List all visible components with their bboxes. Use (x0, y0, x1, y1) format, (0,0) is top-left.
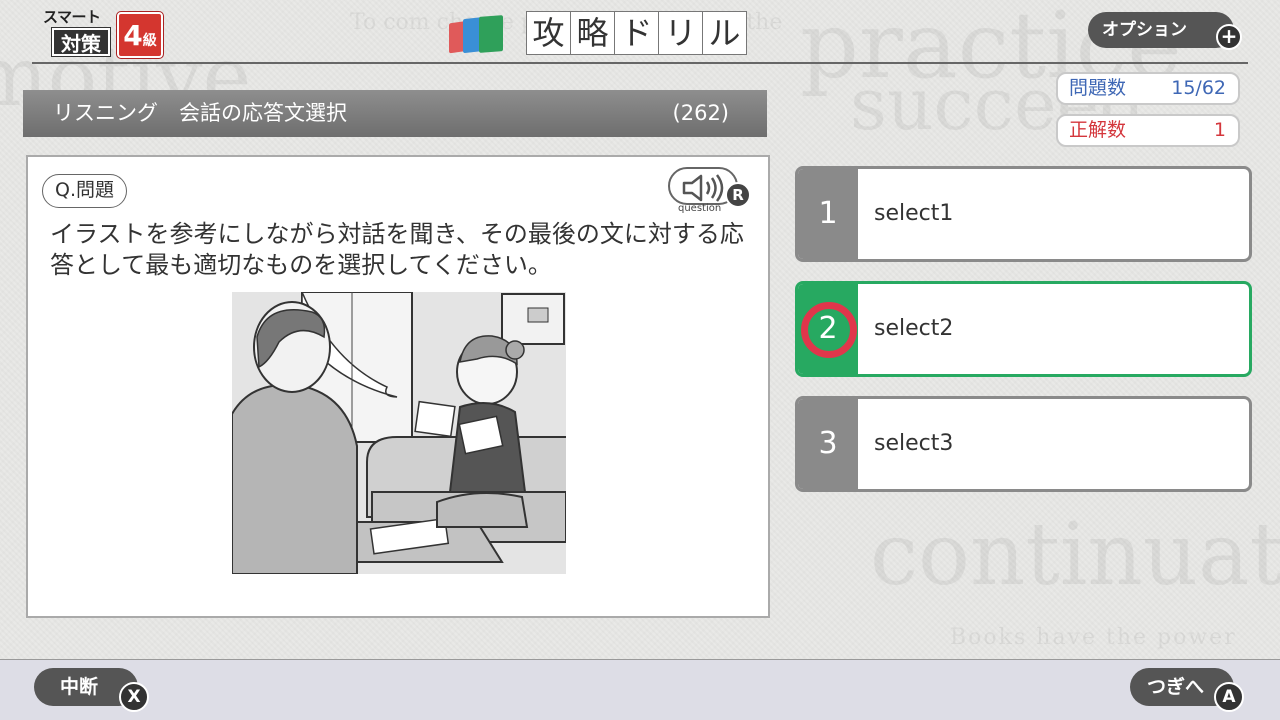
correct-count-label: 正解数 (1069, 119, 1127, 141)
title-char: リ (658, 11, 703, 55)
question-count-label: 問題数 (1069, 77, 1127, 99)
question-panel: Q.問題 question R イラストを参考にしながら対話を聞き、その最後の文… (26, 155, 770, 618)
logo-main-text: 対策 (51, 27, 111, 57)
app-logo: スマート 対策 4級 (43, 6, 165, 59)
bg-word-continuat: continuat (870, 505, 1280, 605)
title-char: ド (614, 11, 659, 55)
title-char: 略 (570, 11, 615, 55)
books-icon (449, 15, 515, 54)
bg-word-books: Books have the power (950, 625, 1237, 650)
question-text: イラストを参考にしながら対話を聞き、その最後の文に対する応答として最も適切なもの… (50, 220, 744, 279)
category-bar: リスニング 会話の応答文選択 (262) (23, 90, 767, 137)
option-button[interactable]: オプション + (1088, 12, 1242, 50)
logo-smart-text: スマート (43, 8, 101, 26)
header-divider (32, 62, 1248, 64)
question-count-box: 問題数 15/62 (1056, 72, 1240, 105)
logo-level-badge: 4級 (116, 11, 164, 59)
conversation-illustration (232, 292, 566, 574)
x-button-icon: X (119, 682, 149, 712)
answer-choice-1[interactable]: 1 select1 (795, 166, 1252, 262)
page-title: 攻 略 ド リ ル (526, 11, 747, 55)
choice-text: select2 (874, 316, 954, 341)
choice-text: select3 (874, 431, 954, 456)
title-char: ル (702, 11, 747, 55)
category-number: (262) (672, 101, 729, 125)
correct-count-value: 1 (1213, 119, 1226, 141)
title-char: 攻 (526, 11, 571, 55)
question-tag: Q.問題 (42, 174, 127, 208)
logo-level-number: 4 (123, 19, 143, 52)
option-label: オプション (1102, 20, 1187, 40)
choice-text: select1 (874, 201, 954, 226)
correct-circle-icon (801, 302, 857, 358)
answer-choice-2[interactable]: 2 select2 (795, 281, 1252, 377)
pause-label: 中断 (60, 676, 99, 698)
answer-choice-3[interactable]: 3 select3 (795, 396, 1252, 492)
category-label: リスニング 会話の応答文選択 (53, 101, 347, 125)
footer-bar (0, 659, 1280, 720)
logo-level-suffix: 級 (142, 33, 157, 49)
a-button-icon: A (1214, 682, 1244, 712)
next-label: つぎへ (1147, 676, 1205, 698)
choice-number: 1 (798, 169, 858, 259)
question-count-value: 15/62 (1171, 77, 1226, 99)
speaker-label: question (678, 203, 722, 214)
correct-count-box: 正解数 1 (1056, 114, 1240, 147)
play-question-button[interactable]: question R (668, 165, 756, 217)
choice-number: 3 (798, 399, 858, 489)
plus-icon: + (1216, 24, 1242, 50)
r-button-icon: R (725, 182, 751, 208)
